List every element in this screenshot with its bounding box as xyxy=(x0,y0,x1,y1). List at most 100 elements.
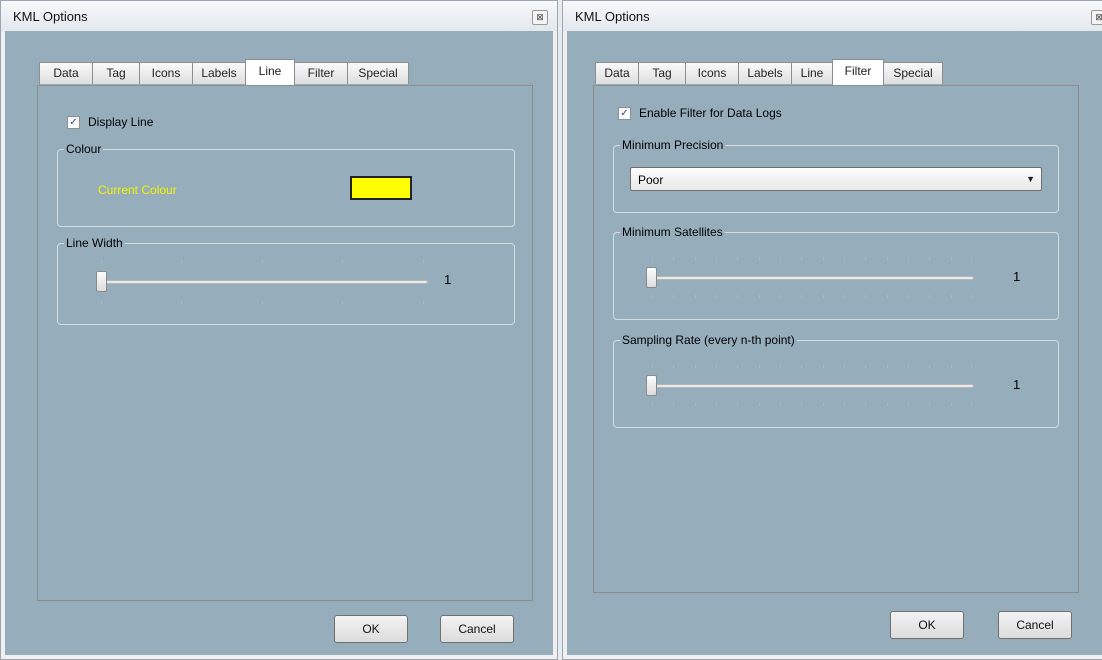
tab-labels[interactable]: Labels xyxy=(738,62,792,84)
tick xyxy=(262,301,263,304)
tick xyxy=(423,260,424,263)
ok-button[interactable]: OK xyxy=(334,615,408,643)
tick xyxy=(423,301,424,304)
chevron-down-icon[interactable]: ▼ xyxy=(1026,174,1035,184)
ok-button[interactable]: OK xyxy=(890,611,964,639)
tick xyxy=(844,365,845,368)
tick xyxy=(801,403,802,406)
window-title: KML Options xyxy=(575,9,650,24)
close-icon[interactable]: ⊠ xyxy=(1091,10,1102,25)
tick xyxy=(865,403,866,406)
close-icon[interactable]: ⊠ xyxy=(532,10,548,25)
tick xyxy=(951,403,952,406)
tick xyxy=(823,365,824,368)
tick xyxy=(759,365,760,368)
tick xyxy=(716,365,717,368)
tick xyxy=(695,365,696,368)
tick xyxy=(780,403,781,406)
tab-data[interactable]: Data xyxy=(595,62,639,84)
tick xyxy=(716,295,717,298)
tick xyxy=(908,403,909,406)
tick xyxy=(844,257,845,260)
tick xyxy=(887,295,888,298)
colour-swatch-button[interactable] xyxy=(350,176,412,200)
colour-group-label: Colour xyxy=(64,142,104,156)
tick xyxy=(342,260,343,263)
tick xyxy=(865,257,866,260)
minimum-satellites-group: Minimum Satellites 1 xyxy=(613,225,1059,320)
tick xyxy=(844,403,845,406)
tick xyxy=(971,295,972,298)
sampling-rate-slider-thumb[interactable] xyxy=(646,375,657,396)
checkbox-check-icon[interactable]: ✓ xyxy=(67,115,80,129)
sampling-rate-group: Sampling Rate (every n-th point) 1 xyxy=(613,333,1059,428)
line-width-slider-track[interactable] xyxy=(98,280,428,284)
tick xyxy=(951,365,952,368)
sampling-rate-label: Sampling Rate (every n-th point) xyxy=(620,333,797,347)
cancel-button[interactable]: Cancel xyxy=(998,611,1072,639)
cancel-button[interactable]: Cancel xyxy=(440,615,514,643)
tick xyxy=(716,257,717,260)
current-colour-label: Current Colour xyxy=(98,183,177,197)
checkbox-check-icon[interactable]: ✓ xyxy=(618,106,631,120)
tick xyxy=(737,257,738,260)
tick xyxy=(823,257,824,260)
tick xyxy=(737,365,738,368)
tick xyxy=(844,295,845,298)
tick xyxy=(929,403,930,406)
window-title: KML Options xyxy=(13,9,88,24)
tick xyxy=(780,257,781,260)
tick xyxy=(823,295,824,298)
slider-ticks-top xyxy=(652,257,972,260)
tab-data[interactable]: Data xyxy=(39,62,93,84)
tab-filter[interactable]: Filter xyxy=(294,62,348,84)
tick xyxy=(695,295,696,298)
tab-icons[interactable]: Icons xyxy=(139,62,193,84)
sampling-rate-slider-track[interactable] xyxy=(648,384,974,388)
enable-filter-label: Enable Filter for Data Logs xyxy=(639,106,782,120)
tick xyxy=(801,295,802,298)
tick xyxy=(695,403,696,406)
minimum-satellites-slider-track[interactable] xyxy=(648,276,974,280)
tick xyxy=(801,257,802,260)
tick xyxy=(780,365,781,368)
dialog-client-area: Data Tag Icons Labels Line Filter Specia… xyxy=(567,31,1102,655)
title-bar[interactable]: KML Options ⊠ xyxy=(1,1,557,31)
display-line-label: Display Line xyxy=(88,115,154,129)
minimum-precision-select[interactable]: Poor ▼ xyxy=(630,167,1042,191)
tick xyxy=(823,403,824,406)
tick xyxy=(887,365,888,368)
tick xyxy=(652,295,653,298)
tab-special[interactable]: Special xyxy=(883,62,943,84)
tick xyxy=(737,403,738,406)
display-line-checkbox[interactable]: ✓ Display Line xyxy=(67,115,153,129)
tick xyxy=(737,295,738,298)
tab-labels[interactable]: Labels xyxy=(192,62,246,84)
minimum-satellites-slider-thumb[interactable] xyxy=(646,267,657,288)
tab-filter[interactable]: Filter xyxy=(832,59,884,85)
tick xyxy=(951,295,952,298)
tab-special[interactable]: Special xyxy=(347,62,409,84)
tab-line[interactable]: Line xyxy=(791,62,833,84)
tab-panel-filter: ✓ Enable Filter for Data Logs Minimum Pr… xyxy=(593,85,1079,593)
tick xyxy=(262,260,263,263)
tab-tag[interactable]: Tag xyxy=(92,62,140,84)
select-value: Poor xyxy=(638,173,664,187)
tick xyxy=(929,365,930,368)
tick xyxy=(887,257,888,260)
tab-line[interactable]: Line xyxy=(245,59,295,85)
tick xyxy=(908,295,909,298)
line-width-group: Line Width 1 xyxy=(57,236,515,325)
tab-tag[interactable]: Tag xyxy=(638,62,686,84)
tick xyxy=(342,301,343,304)
tab-icons[interactable]: Icons xyxy=(685,62,739,84)
tick xyxy=(695,257,696,260)
kml-options-window-line: KML Options ⊠ Data Tag Icons Labels Line… xyxy=(0,0,558,660)
dialog-client-area: Data Tag Icons Labels Line Filter Specia… xyxy=(5,31,553,655)
tick xyxy=(929,295,930,298)
enable-filter-checkbox[interactable]: ✓ Enable Filter for Data Logs xyxy=(618,106,782,120)
title-bar[interactable]: KML Options ⊠ xyxy=(563,1,1102,31)
line-width-slider-thumb[interactable] xyxy=(96,271,107,292)
tick xyxy=(673,295,674,298)
tick xyxy=(716,403,717,406)
